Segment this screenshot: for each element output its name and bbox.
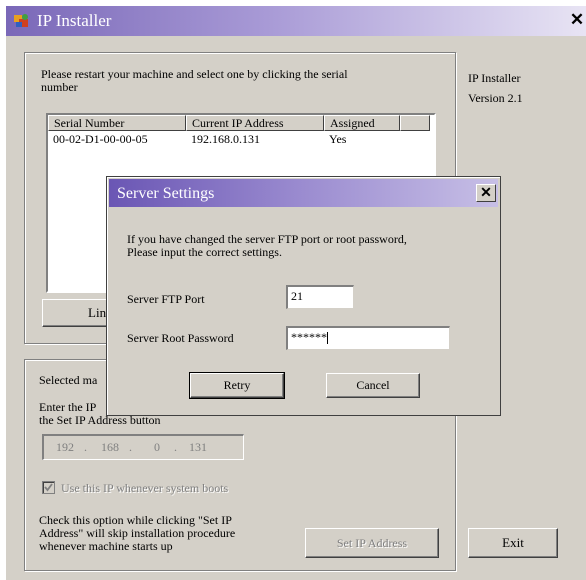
- ip-dot-3: .: [174, 440, 177, 454]
- exit-button-label: Exit: [502, 535, 524, 550]
- checkmark-icon: [44, 483, 53, 492]
- table-row[interactable]: 00-02-D1-00-00-05 192.168.0.131 Yes: [48, 131, 430, 148]
- text-cursor: [327, 332, 328, 345]
- window-close-button[interactable]: ✕: [569, 10, 585, 30]
- dialog-title-bar[interactable]: Server Settings ✕: [109, 179, 498, 207]
- dialog-title: Server Settings: [117, 185, 215, 202]
- column-header-assigned-label: Assigned: [330, 116, 375, 130]
- assigned-cell: Yes: [329, 132, 347, 146]
- column-header-serial-label: Serial Number: [54, 116, 125, 130]
- ip-cell: 192.168.0.131: [191, 132, 260, 146]
- retry-button-label: Retry: [223, 378, 251, 392]
- ip-octet-1: 192: [56, 440, 74, 454]
- serial-cell: 00-02-D1-00-00-05: [53, 132, 148, 146]
- set-ip-address-button[interactable]: Set IP Address: [305, 528, 439, 558]
- root-password-label: Server Root Password: [127, 331, 234, 345]
- hint-text-3: whenever machine starts up: [39, 539, 173, 553]
- cancel-button[interactable]: Cancel: [326, 373, 420, 398]
- ip-dot-1: .: [84, 440, 87, 454]
- set-ip-address-label: Set IP Address: [336, 536, 408, 550]
- ftp-port-label: Server FTP Port: [127, 292, 205, 306]
- ip-address-field[interactable]: 192 . 168 . 0 . 131: [42, 434, 244, 460]
- column-header-assigned[interactable]: Assigned: [324, 115, 400, 131]
- window-title: IP Installer: [37, 11, 112, 30]
- ip-octet-3: 0: [154, 440, 160, 454]
- column-header-ip-label: Current IP Address: [192, 116, 284, 130]
- cancel-button-label: Cancel: [356, 378, 390, 392]
- app-name-label: IP Installer: [468, 71, 521, 85]
- dialog-message-2: Please input the correct settings.: [127, 245, 282, 259]
- version-label: Version 2.1: [468, 91, 523, 105]
- column-header-serial[interactable]: Serial Number: [48, 115, 186, 131]
- server-settings-dialog: Server Settings ✕ If you have changed th…: [106, 176, 501, 416]
- close-icon: ✕: [569, 10, 585, 29]
- retry-button[interactable]: Retry: [189, 372, 285, 399]
- exit-button[interactable]: Exit: [468, 528, 558, 558]
- selected-machine-label: Selected ma: [39, 373, 98, 387]
- close-icon: ✕: [480, 184, 492, 200]
- root-password-value: ******: [291, 330, 327, 344]
- ip-dot-2: .: [129, 440, 132, 454]
- ip-octet-2: 168: [101, 440, 119, 454]
- use-ip-checkbox-label[interactable]: Use this IP whenever system boots: [61, 482, 228, 495]
- root-password-input[interactable]: ******: [286, 326, 450, 350]
- dialog-close-button[interactable]: ✕: [476, 184, 496, 202]
- use-ip-checkbox[interactable]: [42, 481, 55, 494]
- column-header-blank: [400, 115, 430, 131]
- instruction-text: Please restart your machine and select o…: [41, 68, 351, 94]
- title-bar[interactable]: IP Installer: [6, 6, 586, 36]
- instruction-label: Please restart your machine and select o…: [41, 67, 348, 94]
- app-icon: [14, 14, 28, 27]
- ip-octet-4: 131: [189, 440, 207, 454]
- column-header-ip[interactable]: Current IP Address: [186, 115, 324, 131]
- ftp-port-input[interactable]: 21: [286, 285, 354, 309]
